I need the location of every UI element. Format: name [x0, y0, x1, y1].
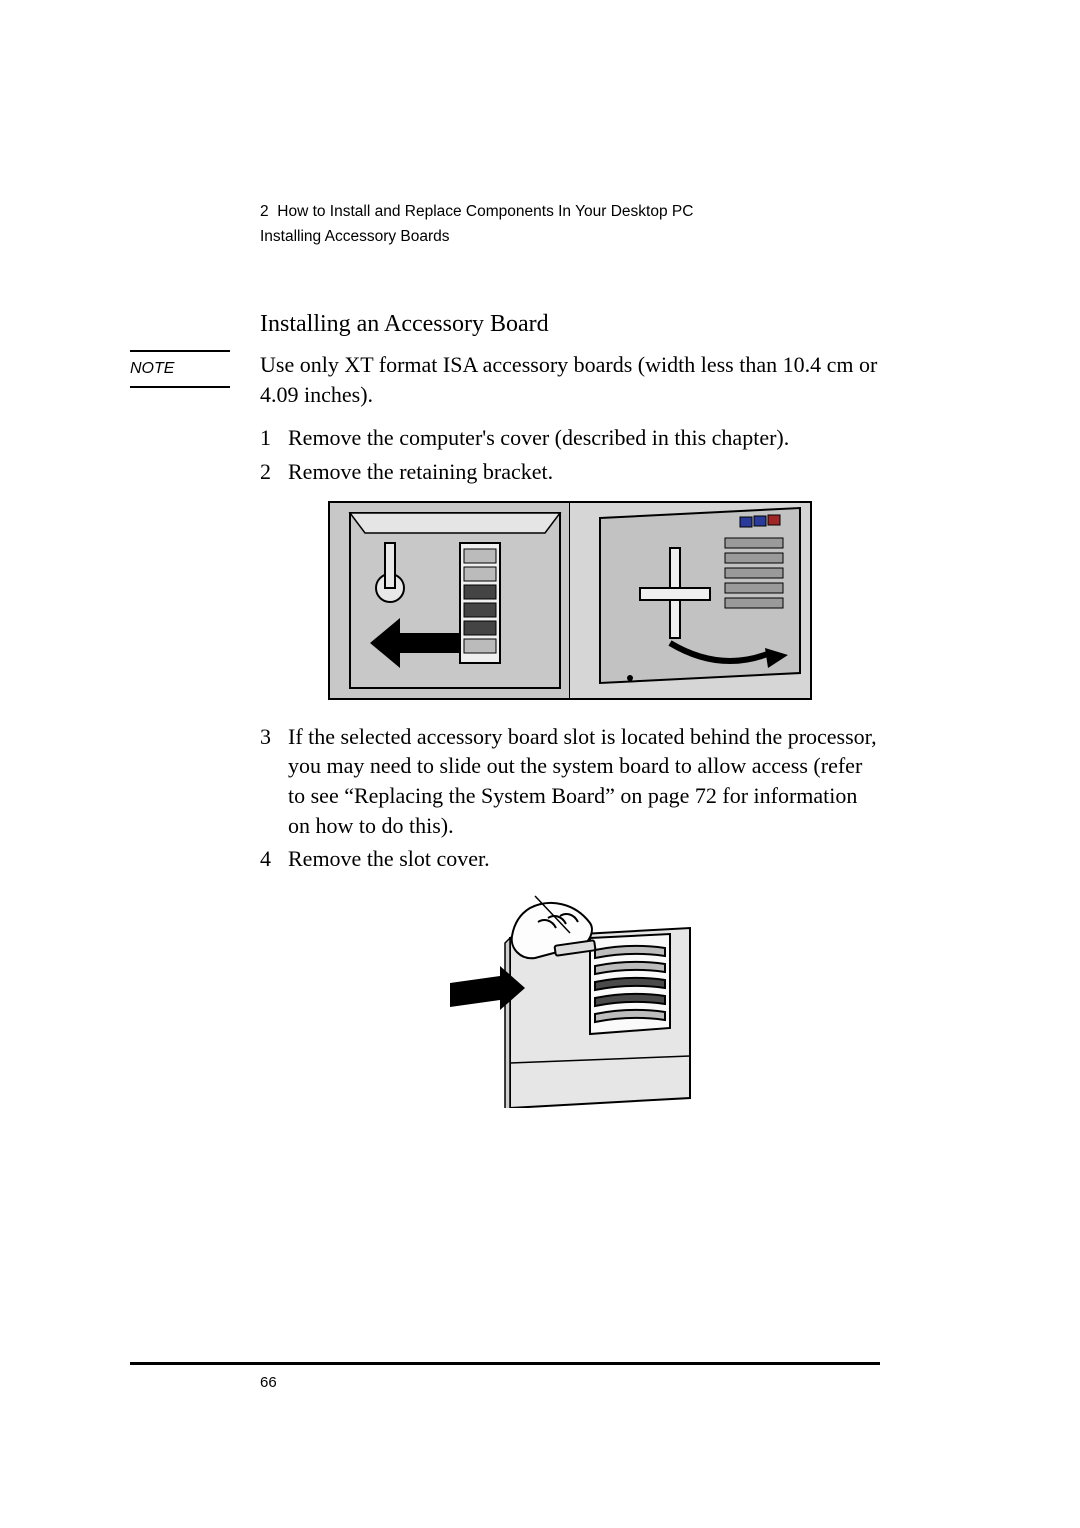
- note-text: Use only XT format ISA accessory boards …: [260, 350, 880, 409]
- chapter-title: How to Install and Replace Components In…: [277, 203, 693, 220]
- running-header: 2 How to Install and Replace Components …: [260, 200, 880, 250]
- steps-list-a: 1 Remove the computer's cover (described…: [260, 423, 880, 486]
- step-number: 1: [260, 423, 288, 453]
- page-number: 66: [260, 1374, 277, 1391]
- step-number: 4: [260, 844, 288, 874]
- chapter-number: 2: [260, 203, 269, 220]
- step-item: 2 Remove the retaining bracket.: [260, 457, 880, 487]
- step-item: 4 Remove the slot cover.: [260, 844, 880, 874]
- steps-list-b: 3 If the selected accessory board slot i…: [260, 722, 880, 874]
- page-footer: 66: [130, 1362, 880, 1393]
- section-heading: Installing an Accessory Board: [260, 308, 880, 340]
- figure-retaining-bracket: [328, 501, 812, 700]
- step-number: 3: [260, 722, 288, 841]
- step-text: Remove the computer's cover (described i…: [288, 423, 880, 453]
- document-page: 2 How to Install and Replace Components …: [0, 0, 1080, 1528]
- figure-slot-cover: [440, 888, 700, 1108]
- step-text: Remove the slot cover.: [288, 844, 880, 874]
- step-number: 2: [260, 457, 288, 487]
- step-text: Remove the retaining bracket.: [288, 457, 880, 487]
- step-item: 3 If the selected accessory board slot i…: [260, 722, 880, 841]
- section-breadcrumb: Installing Accessory Boards: [260, 225, 880, 250]
- step-text: If the selected accessory board slot is …: [288, 722, 880, 841]
- note-label: NOTE: [130, 350, 230, 388]
- step-item: 1 Remove the computer's cover (described…: [260, 423, 880, 453]
